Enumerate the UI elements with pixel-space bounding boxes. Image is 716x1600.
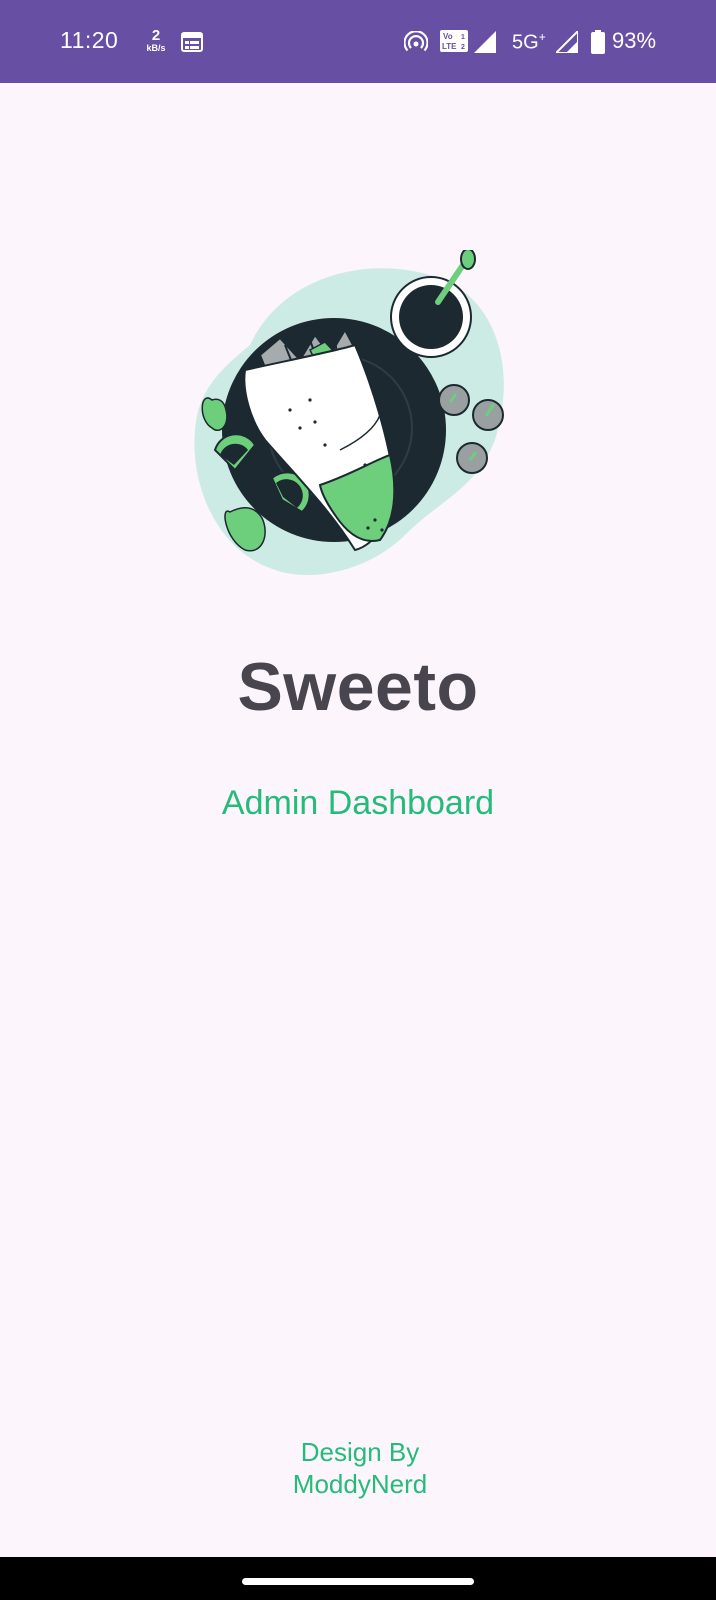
network-type-plus: +: [538, 30, 546, 44]
home-gesture-handle[interactable]: [242, 1578, 474, 1585]
svg-text:Vo: Vo: [443, 32, 453, 41]
volte-icon: Vo LTE 1 2: [440, 30, 468, 52]
svg-text:1: 1: [461, 34, 465, 41]
signal-icon: [556, 31, 578, 53]
network-speed-value: 2: [151, 27, 161, 44]
battery-level: 93%: [612, 28, 657, 53]
hotspot-icon: [404, 31, 428, 52]
network-speed: 2 kB/s: [143, 28, 169, 53]
credit-author: ModdyNerd: [292, 1469, 428, 1499]
designer-credit: Design By ModdyNerd: [270, 1436, 450, 1500]
network-speed-unit: kB/s: [146, 43, 166, 53]
food-illustration: [194, 250, 504, 576]
calendar-icon: [181, 32, 203, 52]
status-time: 11:20: [60, 27, 119, 53]
status-bar: 11:20 2 kB/s Vo LTE 1 2 5G+ 93%: [0, 0, 716, 83]
svg-text:LTE: LTE: [442, 42, 457, 51]
app-subtitle: Admin Dashboard: [221, 784, 495, 822]
signal-icon: [474, 31, 496, 53]
network-type-label: 5G: [512, 31, 539, 54]
credit-label: Design By: [300, 1437, 420, 1467]
svg-text:2: 2: [461, 44, 465, 51]
app-title: Sweeto: [237, 649, 479, 725]
battery-icon: [591, 30, 605, 54]
network-type: 5G+: [512, 30, 546, 55]
